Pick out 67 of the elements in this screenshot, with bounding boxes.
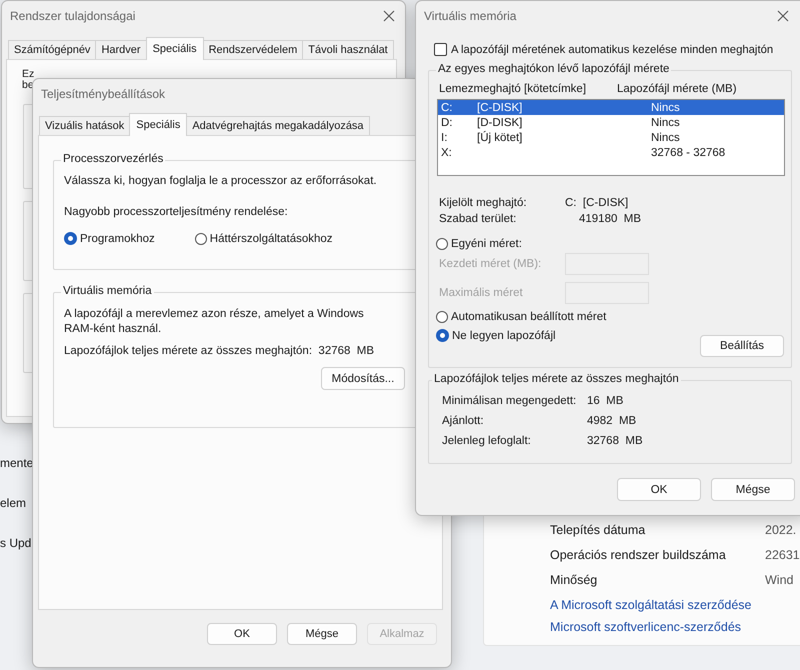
info-label: Minőség <box>550 573 598 589</box>
sidebar-item[interactable]: s Upd <box>0 536 32 550</box>
sidebar-item[interactable]: elem <box>0 496 26 510</box>
window-title: Teljesítménybeállítások <box>41 87 166 101</box>
column-header: Lapozófájl mérete (MB) <box>617 83 738 95</box>
close-icon[interactable] <box>383 10 395 22</box>
drive-row[interactable]: X: 32768 - 32768 <box>438 145 784 160</box>
radio-button[interactable] <box>194 232 207 244</box>
field-value: C: [C-DISK] <box>565 197 628 211</box>
radio-label[interactable]: Egyéni méret: <box>451 238 522 250</box>
radio-button[interactable] <box>436 238 448 250</box>
info-label: Telepítés dátuma <box>550 523 646 539</box>
tab[interactable]: Speciális <box>146 37 204 60</box>
window-title: Virtuális memória <box>424 9 516 23</box>
radio-button[interactable] <box>64 232 77 245</box>
radio-label[interactable]: Automatikusan beállított méret <box>451 311 606 323</box>
field-value: 16 MB <box>587 395 624 409</box>
field-value: 32768 MB <box>587 435 643 449</box>
radio-label[interactable]: Ne legyen lapozófájl <box>452 330 556 342</box>
dialog-button[interactable]: OK <box>617 478 701 501</box>
field-label: Jelenleg lefoglalt: <box>442 435 532 449</box>
total-text: Lapozófájlok teljes mérete az összes meghajtón: 32768 MB <box>64 345 376 357</box>
field-value: 4982 MB <box>587 415 636 429</box>
drive-row[interactable]: C: [C-DISK] Nincs <box>438 100 784 115</box>
info-label: Operációs rendszer buildszáma <box>550 548 727 564</box>
dialog-button[interactable]: Mégse <box>711 478 795 501</box>
link[interactable]: Microsoft szoftverlicenc-szerződés <box>550 620 800 636</box>
info-value: 2022. <box>765 523 796 539</box>
group-title: Lapozófájlok teljes mérete az összes meghajtón <box>432 373 681 385</box>
text-fragment: Ez <box>22 69 34 79</box>
tab[interactable]: Számítógépnév <box>8 40 96 59</box>
change-button[interactable]: Módosítás... <box>321 367 405 390</box>
set-button[interactable]: Beállítás <box>700 335 784 357</box>
tab[interactable]: Vizuális hatások <box>39 116 130 135</box>
link[interactable]: A Microsoft szolgáltatási szerződése <box>550 598 800 614</box>
info-value: Wind <box>765 573 794 589</box>
dialog-button[interactable]: OK <box>207 623 277 645</box>
radio-button[interactable] <box>436 311 448 323</box>
column-header: Lemezmeghajtó [kötetcímke] <box>439 83 588 95</box>
tab[interactable]: Távoli használat <box>302 40 394 59</box>
field-value: 419180 MB <box>579 213 642 227</box>
field-label: Minimálisan megengedett: <box>442 395 578 409</box>
tab[interactable]: Adatvégrehajtás megakadályozása <box>186 116 370 135</box>
window-title: Rendszer tulajdonságai <box>10 9 136 23</box>
group-title: Processzorvezérlés <box>61 153 166 165</box>
close-icon[interactable] <box>777 10 789 22</box>
field-label: Kezdeti méret (MB): <box>439 258 542 270</box>
group-title: Virtuális memória <box>61 285 154 297</box>
tab[interactable]: Speciális <box>129 113 188 136</box>
field-label: Maximális méret <box>439 287 524 299</box>
radio-label[interactable]: Programokhoz <box>80 232 155 244</box>
checkbox[interactable] <box>434 43 447 56</box>
field-label: Kijelölt meghajtó: <box>439 197 528 211</box>
group-title: Az egyes meghajtókon lévő lapozófájl mérete <box>436 63 672 75</box>
drive-list[interactable]: C: [C-DISK] Nincs D: [D-DISK] Nincs I: [Új kötet] Nincs X: 32768 - 32768 <box>437 99 785 176</box>
field-label: Szabad terület: <box>439 213 518 227</box>
checkbox-label[interactable]: A lapozófájl méretének automatikus kezelése minden meghajtón <box>451 44 774 56</box>
dialog-button[interactable]: Mégse <box>287 623 357 645</box>
field-label: Ajánlott: <box>442 415 485 429</box>
description-text: A lapozófájl a merevlemez azon része, amelyet a Windows RAM-ként használ. <box>64 307 365 337</box>
radio-button[interactable] <box>436 329 449 342</box>
drive-row[interactable]: D: [D-DISK] Nincs <box>438 115 784 130</box>
drive-row[interactable]: I: [Új kötet] Nincs <box>438 130 784 145</box>
description-text: Válassza ki, hogyan foglalja le a processzor az erőforrásokat. <box>64 175 378 187</box>
radio-label[interactable]: Háttérszolgáltatásokhoz <box>210 232 333 244</box>
info-value: 22631 <box>765 548 800 564</box>
sidebar-item[interactable]: mente <box>0 456 34 470</box>
